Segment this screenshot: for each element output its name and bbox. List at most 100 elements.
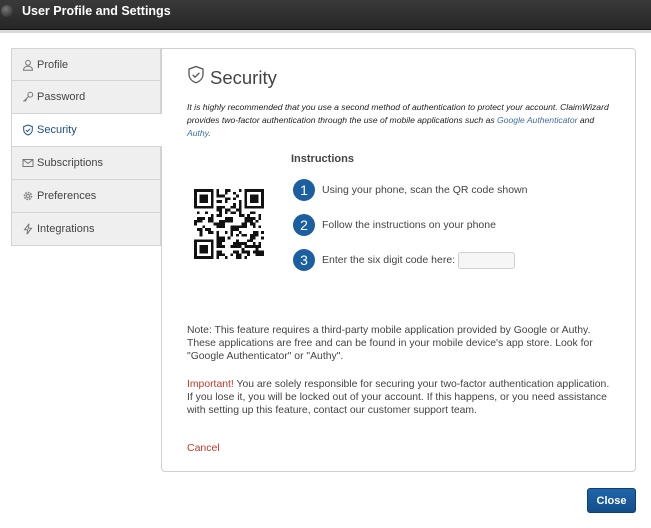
qr-module — [222, 253, 225, 257]
qr-module — [194, 205, 197, 209]
qr-module — [233, 205, 236, 209]
qr-module — [227, 236, 231, 240]
qr-module — [210, 194, 214, 198]
qr-module — [219, 200, 222, 203]
qr-module — [219, 219, 222, 223]
qr-module — [194, 250, 197, 254]
qr-module — [199, 205, 203, 209]
qr-module — [244, 205, 248, 209]
qr-module — [224, 256, 228, 259]
qr-module — [244, 233, 248, 237]
qr-module — [202, 194, 206, 198]
qr-module — [210, 203, 214, 206]
qr-module — [250, 217, 253, 220]
sidebar-item-preferences[interactable]: Preferences — [11, 180, 161, 213]
qr-module — [236, 242, 239, 245]
qr-module — [247, 219, 250, 223]
qr-module — [208, 219, 211, 223]
authy-link[interactable]: Authy — [187, 128, 208, 138]
google-authenticator-link[interactable]: Google Authenticator — [497, 115, 577, 125]
sidebar-item-subscriptions[interactable]: Subscriptions — [11, 147, 161, 180]
qr-module — [258, 225, 262, 229]
qr-module — [255, 219, 259, 223]
qr-module — [241, 242, 245, 245]
qr-module — [210, 247, 214, 251]
qr-module — [238, 231, 242, 234]
qr-module — [252, 231, 256, 234]
qr-module — [222, 205, 225, 209]
qr-module — [216, 189, 220, 192]
qr-module — [216, 194, 220, 198]
qr-module — [224, 231, 228, 234]
qr-module — [224, 191, 228, 195]
qr-module — [250, 239, 253, 243]
important-notice: Important! You are solely responsible fo… — [187, 378, 617, 417]
qr-module — [219, 211, 222, 215]
qr-module — [202, 200, 206, 203]
qr-module — [216, 233, 220, 237]
qr-module — [219, 242, 222, 245]
qr-module — [194, 191, 197, 195]
window-icon — [1, 5, 13, 17]
qr-module — [255, 197, 259, 201]
sidebar-item-profile[interactable]: Profile — [11, 48, 161, 81]
qr-module — [199, 228, 203, 231]
qr-module — [238, 256, 242, 259]
six-digit-code-input[interactable] — [458, 251, 516, 269]
qr-module — [250, 194, 253, 198]
sidebar-item-password[interactable]: Password — [11, 81, 161, 114]
qr-module — [255, 253, 259, 257]
qr-module — [247, 214, 250, 217]
qr-module — [216, 242, 220, 245]
qr-module — [196, 256, 200, 259]
qr-module — [222, 194, 225, 198]
qr-module — [247, 217, 250, 220]
qr-module — [261, 194, 264, 198]
qr-module — [230, 211, 234, 215]
qr-module — [244, 189, 248, 192]
close-button[interactable]: Close — [587, 488, 636, 513]
sidebar-item-security[interactable]: Security — [11, 114, 162, 147]
step-text: Using your phone, scan the QR code shown — [322, 184, 528, 196]
qr-module — [205, 245, 208, 248]
qr-module — [236, 250, 239, 254]
qr-module — [205, 194, 208, 198]
qr-module — [196, 239, 200, 243]
gear-icon — [22, 190, 34, 202]
qr-module — [261, 197, 264, 201]
qr-module — [250, 219, 253, 223]
cancel-link[interactable]: Cancel — [187, 442, 220, 454]
qr-module — [205, 205, 208, 209]
qr-module — [222, 222, 225, 226]
qr-module — [236, 194, 239, 198]
qr-module — [247, 239, 250, 243]
qr-module — [224, 189, 228, 192]
qr-module — [219, 214, 222, 217]
window-title: User Profile and Settings — [22, 4, 171, 18]
qr-module — [222, 245, 225, 248]
qr-module — [222, 225, 225, 229]
qr-module — [196, 217, 200, 220]
qr-module — [213, 222, 217, 226]
important-label: Important! — [187, 379, 234, 390]
qr-module — [261, 250, 264, 254]
important-text: You are solely responsible for securing … — [187, 379, 610, 416]
sidebar-item-label: Preferences — [37, 190, 97, 202]
qr-module — [258, 253, 262, 257]
qr-module — [238, 205, 242, 209]
qr-module — [216, 253, 220, 257]
qr-module — [199, 200, 203, 203]
sidebar-item-label: Subscriptions — [37, 157, 104, 169]
qr-module — [194, 189, 197, 192]
qr-module — [255, 245, 259, 248]
qr-module — [241, 222, 245, 226]
qr-module — [210, 205, 214, 209]
qr-module — [194, 245, 197, 248]
qr-module — [227, 208, 231, 212]
qr-module — [210, 239, 214, 243]
qr-module — [233, 197, 236, 201]
user-icon — [22, 59, 34, 71]
sidebar-item-integrations[interactable]: Integrations — [11, 213, 161, 246]
qr-module — [219, 222, 222, 226]
qr-module — [194, 247, 197, 251]
